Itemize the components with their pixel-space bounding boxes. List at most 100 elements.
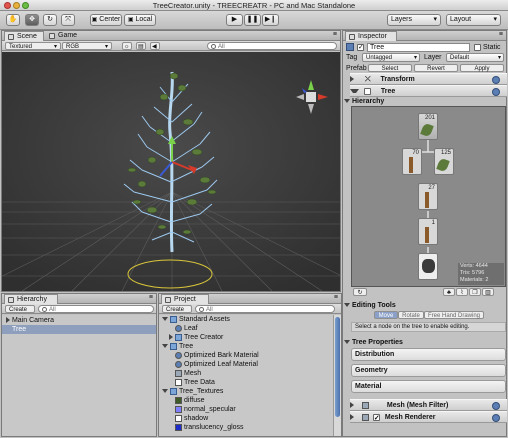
rotate-mode-button[interactable]: Rotate: [398, 311, 424, 319]
component-settings-icon[interactable]: [492, 76, 500, 84]
material-section[interactable]: Material: [351, 380, 506, 393]
hand-tool-button[interactable]: ✋: [6, 14, 20, 26]
layer-dropdown[interactable]: Default ▾: [446, 53, 504, 62]
project-item[interactable]: Tree Creator: [169, 333, 223, 342]
prefab-select-button[interactable]: Select: [368, 64, 412, 72]
duplicate-node-button[interactable]: ❐: [469, 288, 481, 296]
hierarchy-create-dropdown[interactable]: Create ▾: [5, 305, 35, 321]
project-item[interactable]: diffuse: [175, 396, 205, 405]
hierarchy-item-main-camera[interactable]: Main Camera: [2, 316, 156, 325]
panel-menu-icon[interactable]: ≡: [334, 294, 338, 301]
tree-root-node[interactable]: [418, 253, 438, 280]
editing-tools-foldout[interactable]: Editing Tools: [344, 301, 396, 310]
project-item-label: shadow: [184, 415, 209, 422]
tree-hierarchy-graph[interactable]: 201 70 125 27 1 Verts: 4644 Tris: 5796 M…: [351, 106, 506, 287]
component-settings-icon[interactable]: [492, 88, 500, 96]
minimize-window-button[interactable]: [13, 2, 20, 9]
collapsed-arrow-icon: [350, 76, 357, 83]
scene-search-input[interactable]: All: [207, 42, 337, 50]
geometry-section[interactable]: Geometry: [351, 364, 506, 377]
scene-overlay-toggle[interactable]: ▤: [136, 42, 146, 50]
project-panel: Project ≡ Create ▾ All Standard Assets L…: [158, 293, 342, 437]
project-item-label: Tree_Textures: [178, 388, 224, 395]
render-mode-dropdown[interactable]: RGB ▾: [62, 42, 112, 50]
project-item[interactable]: shadow: [175, 414, 208, 423]
panel-menu-icon[interactable]: ≡: [499, 31, 503, 38]
project-search-input[interactable]: All: [195, 305, 335, 313]
free-hand-mode-button[interactable]: Free Hand Drawing: [424, 311, 484, 319]
distribution-section[interactable]: Distribution: [351, 348, 506, 361]
rotate-icon: ↻: [47, 16, 53, 23]
tab-project[interactable]: Project: [161, 294, 209, 304]
project-create-dropdown[interactable]: Create ▾: [162, 305, 192, 321]
transform-component-header[interactable]: ⤫ Transform: [350, 73, 507, 85]
project-item[interactable]: translucency_gloss: [175, 423, 244, 432]
prefab-revert-button[interactable]: Revert: [414, 64, 458, 72]
delete-node-button[interactable]: ▥: [482, 288, 494, 296]
pivot-center-button[interactable]: ▣ Center: [90, 14, 122, 26]
move-mode-button[interactable]: Move: [374, 311, 398, 319]
scene-viewport[interactable]: [2, 52, 340, 291]
dropdown-arrow-icon: ▾: [104, 44, 108, 50]
panel-menu-icon[interactable]: ≡: [149, 294, 153, 301]
shading-mode-dropdown[interactable]: Textured ▾: [5, 42, 61, 50]
expand-arrow-icon: [6, 317, 10, 324]
rotate-tool-button[interactable]: ↻: [43, 14, 57, 26]
pivot-local-button[interactable]: ▣ Local: [124, 14, 156, 26]
project-item[interactable]: normal_specular: [175, 405, 236, 414]
component-settings-icon[interactable]: [492, 402, 500, 410]
window-title: TreeCreator.unity - TREECREATR - PC and …: [152, 1, 356, 10]
project-item[interactable]: Mesh: [175, 369, 201, 378]
tree-properties-foldout[interactable]: Tree Properties: [344, 338, 403, 347]
object-name-field[interactable]: Tree: [367, 43, 470, 52]
layout-dropdown[interactable]: Layout ▾: [446, 14, 501, 26]
tab-inspector[interactable]: Inspector: [345, 31, 397, 41]
scene-audio-toggle[interactable]: ◀: [150, 42, 160, 50]
mesh-filter-component-header[interactable]: Mesh (Mesh Filter): [350, 399, 507, 411]
component-settings-icon[interactable]: [492, 414, 500, 422]
project-tabbar: Project ≡: [159, 294, 341, 304]
tree-component-header[interactable]: Tree: [350, 85, 507, 97]
project-item[interactable]: Leaf: [175, 324, 198, 333]
gameobject-icon: [346, 43, 354, 51]
scrollbar-thumb[interactable]: [335, 317, 340, 417]
project-item[interactable]: Tree: [162, 342, 193, 351]
tree-node-branch[interactable]: 70: [402, 148, 422, 175]
mesh-renderer-enabled-checkbox[interactable]: ✓: [372, 413, 380, 422]
project-scrollbar[interactable]: [333, 315, 341, 436]
add-branch-button[interactable]: ⌇: [456, 288, 468, 296]
project-item[interactable]: Tree Data: [175, 378, 215, 387]
prefab-apply-button[interactable]: Apply: [460, 64, 504, 72]
mesh-renderer-component-header[interactable]: ✓ Mesh Renderer: [350, 411, 507, 423]
project-item[interactable]: Tree_Textures: [162, 387, 223, 396]
hierarchy-search-input[interactable]: All: [38, 305, 154, 313]
refresh-button[interactable]: ↻: [353, 288, 367, 296]
pause-button[interactable]: ❚❚: [244, 14, 261, 26]
add-leaf-button[interactable]: ♣: [443, 288, 455, 296]
project-item[interactable]: Standard Assets: [162, 315, 230, 324]
project-item[interactable]: Optimized Leaf Material: [175, 360, 258, 369]
active-checkbox[interactable]: ✓: [357, 44, 364, 51]
project-item[interactable]: Optimized Bark Material: [175, 351, 259, 360]
zoom-window-button[interactable]: [22, 2, 29, 9]
tag-dropdown[interactable]: Untagged ▾: [362, 53, 420, 62]
hierarchy-item-tree[interactable]: Tree: [2, 325, 156, 334]
play-button[interactable]: ▶: [226, 14, 243, 26]
hierarchy-foldout[interactable]: Hierarchy: [344, 97, 384, 106]
step-button[interactable]: ▶❙: [262, 14, 279, 26]
tree-node-trunk[interactable]: 1: [418, 218, 438, 245]
panel-menu-icon[interactable]: ≡: [333, 31, 337, 38]
center-label: Center: [99, 16, 121, 23]
tab-game[interactable]: Game: [46, 31, 86, 41]
tab-scene[interactable]: Scene: [4, 31, 44, 41]
tree-node-leaves[interactable]: 201: [418, 113, 438, 140]
close-window-button[interactable]: [4, 2, 11, 9]
scene-lighting-toggle[interactable]: ☼: [122, 42, 132, 50]
move-tool-button[interactable]: ✥: [25, 14, 39, 26]
static-checkbox[interactable]: [474, 44, 481, 51]
tree-node-leaves[interactable]: 125: [434, 148, 454, 175]
scale-tool-button[interactable]: ⤧: [61, 14, 75, 26]
layers-dropdown[interactable]: Layers ▾: [387, 14, 441, 26]
tab-hierarchy[interactable]: Hierarchy: [4, 294, 58, 304]
tree-node-branch[interactable]: 27: [418, 183, 438, 210]
